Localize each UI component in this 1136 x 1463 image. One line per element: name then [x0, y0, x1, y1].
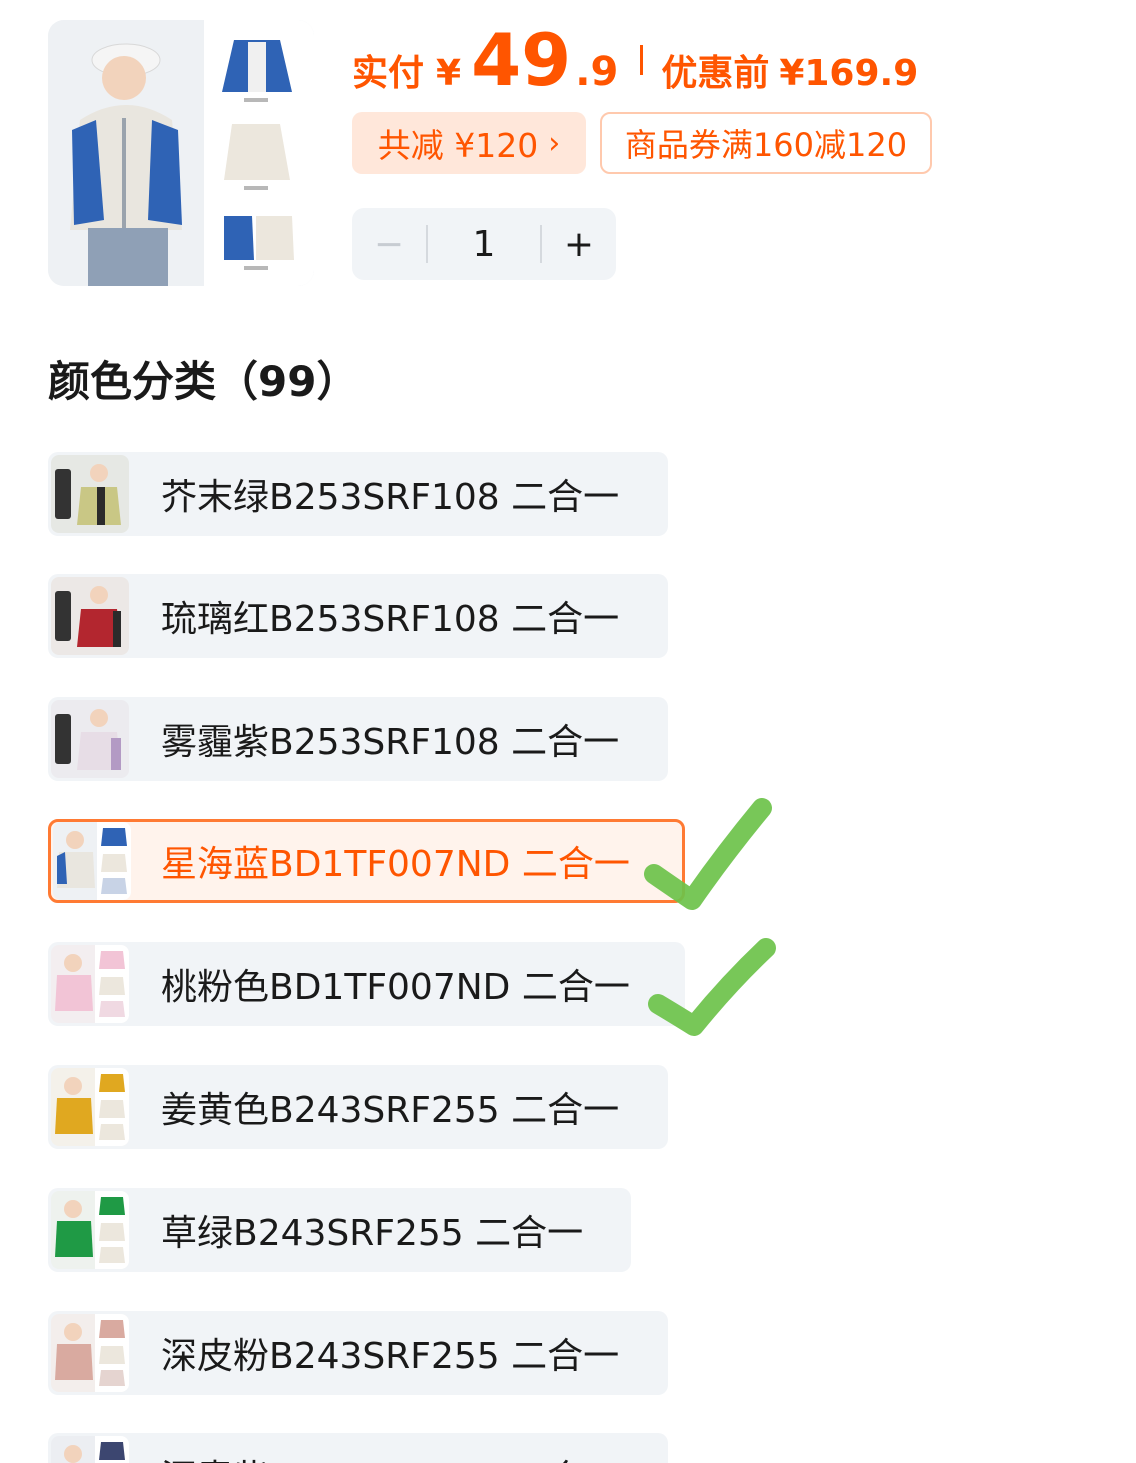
color-option-deep-cyan-purple[interactable]: 深青紫B243SRF255 二合一 [48, 1433, 668, 1463]
price-integer: 49 [471, 18, 572, 102]
checkmark-icon [644, 798, 772, 910]
option-thumbnail [51, 1191, 129, 1269]
increase-button[interactable]: + [542, 208, 616, 280]
option-label: 芥末绿B253SRF108 二合一 [161, 477, 620, 518]
price-row: 实付 ¥ 49 .9 优惠前 ¥169.9 [352, 18, 919, 102]
option-thumbnail [51, 1436, 129, 1463]
checkmark-icon [648, 938, 776, 1036]
color-option-mustard-green[interactable]: 芥末绿B253SRF108 二合一 [48, 452, 668, 536]
option-label: 星海蓝BD1TF007ND 二合一 [161, 844, 630, 885]
option-label: 桃粉色BD1TF007ND 二合一 [161, 967, 630, 1008]
coupon-label: 商品券满160减120 [624, 126, 908, 164]
color-option-peach-pink[interactable]: 桃粉色BD1TF007ND 二合一 [48, 942, 685, 1026]
price-separator [640, 45, 644, 75]
price-decimal: .9 [575, 49, 619, 95]
color-option-grass-green[interactable]: 草绿B243SRF255 二合一 [48, 1188, 631, 1272]
coupon-tag: 商品券满160减120 [600, 112, 932, 174]
quantity-value[interactable]: 1 [428, 224, 540, 265]
option-label: 深青紫B243SRF255 二合一 [161, 1449, 619, 1463]
product-image[interactable] [48, 20, 314, 286]
color-option-ginger-yellow[interactable]: 姜黄色B243SRF255 二合一 [48, 1065, 668, 1149]
option-thumbnail [51, 1314, 129, 1392]
section-title: 颜色分类（99） [48, 357, 359, 406]
decrease-button[interactable]: − [352, 208, 426, 280]
color-option-star-sea-blue[interactable]: 星海蓝BD1TF007ND 二合一 [48, 819, 685, 903]
option-thumbnail [51, 577, 129, 655]
option-label: 草绿B243SRF255 二合一 [161, 1213, 584, 1254]
option-label: 姜黄色B243SRF255 二合一 [161, 1090, 620, 1131]
sku-selector-page: 实付 ¥ 49 .9 优惠前 ¥169.9 共减 ¥120 › 商品券满160减… [0, 0, 1136, 1463]
color-option-deep-skin-pink[interactable]: 深皮粉B243SRF255 二合一 [48, 1311, 668, 1395]
price-before-value: ¥169.9 [779, 53, 919, 94]
price-before-label: 优惠前 [661, 53, 770, 94]
option-thumbnail [51, 455, 129, 533]
total-discount-label: 共减 ¥120 [377, 126, 539, 165]
price-currency: ¥ [436, 53, 462, 94]
color-option-haze-purple[interactable]: 雾霾紫B253SRF108 二合一 [48, 697, 668, 781]
option-thumbnail [51, 945, 129, 1023]
option-label: 深皮粉B243SRF255 二合一 [161, 1336, 620, 1377]
quantity-stepper: − 1 + [352, 208, 616, 280]
total-discount-button[interactable]: 共减 ¥120 › [352, 112, 586, 174]
option-thumbnail [53, 822, 131, 900]
price-label: 实付 [352, 53, 425, 94]
chevron-right-icon: › [548, 125, 561, 161]
color-option-glazed-red[interactable]: 琉璃红B253SRF108 二合一 [48, 574, 668, 658]
option-thumbnail [51, 1068, 129, 1146]
option-thumbnail [51, 700, 129, 778]
option-label: 雾霾紫B253SRF108 二合一 [161, 722, 620, 763]
option-label: 琉璃红B253SRF108 二合一 [161, 599, 620, 640]
